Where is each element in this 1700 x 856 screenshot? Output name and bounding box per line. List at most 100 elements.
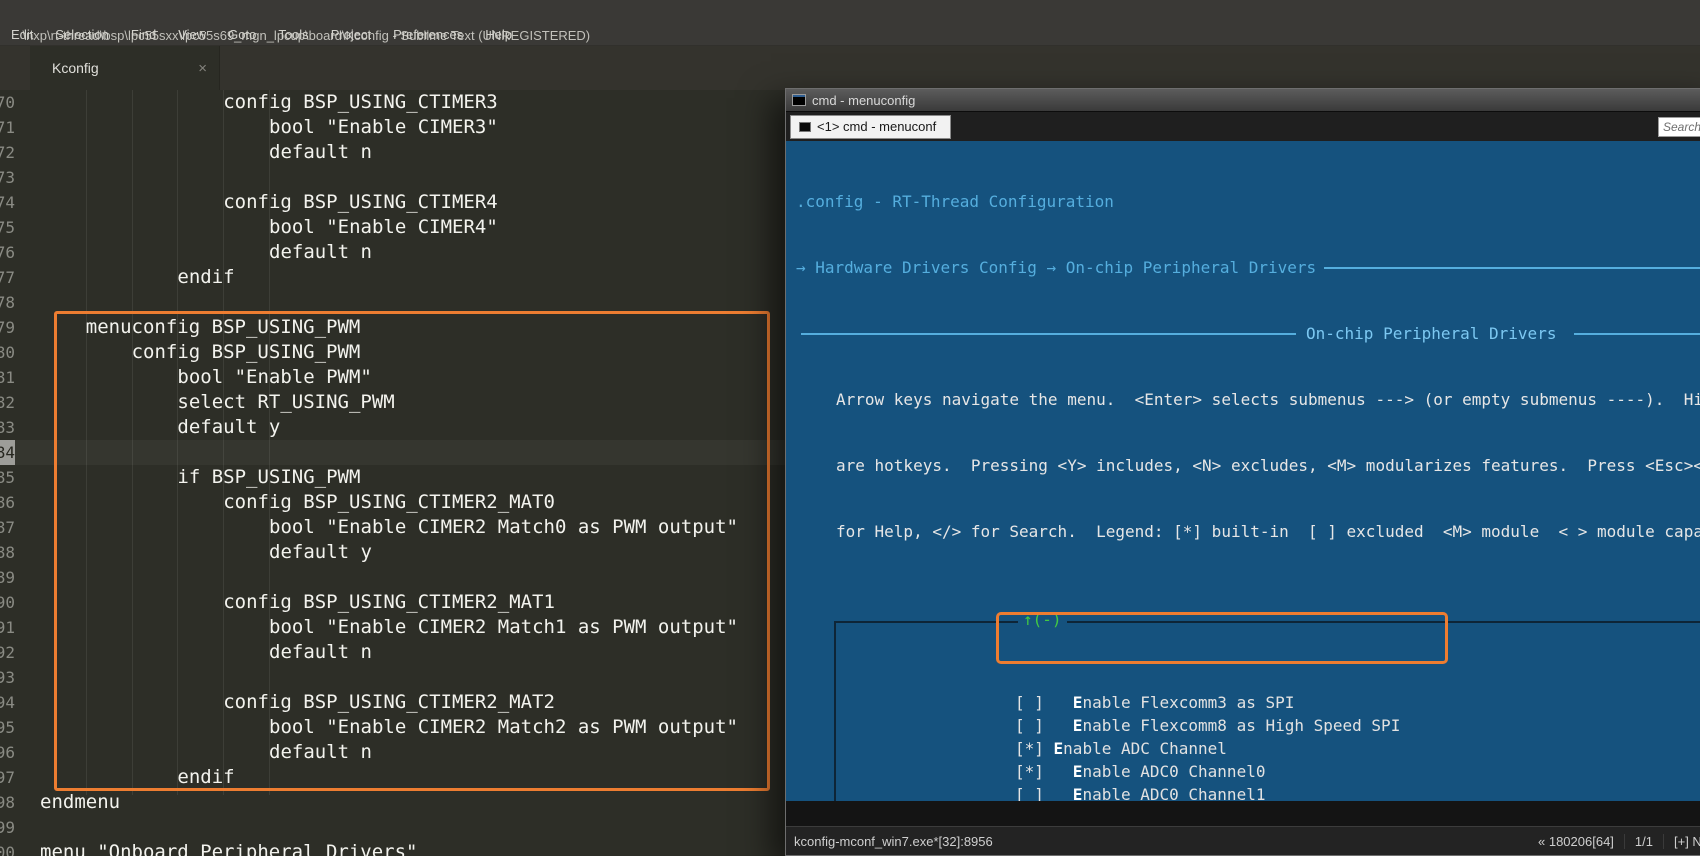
code-text (15, 815, 40, 840)
conemu-title-bar[interactable]: cmd - menuconfig (786, 89, 1700, 111)
code-text: menu "Onboard Peripheral Drivers" (15, 840, 418, 856)
line-number: 96 (0, 740, 15, 765)
separator-line (801, 333, 1296, 335)
line-number: 70 (0, 90, 15, 115)
tab-bar: Kconfig × (0, 46, 1700, 90)
breadcrumb: → Hardware Drivers Config → On-chip Peri… (796, 257, 1700, 279)
code-text (15, 165, 40, 190)
console-tab[interactable]: <1> cmd - menuconf (790, 115, 951, 139)
separator-line (1574, 333, 1700, 335)
status-segment: « 180206[64] (1528, 834, 1624, 849)
code-text: endmenu (15, 790, 120, 815)
line-number: 84 (0, 440, 15, 465)
menu-item-selection[interactable]: Selection (44, 24, 119, 45)
line-number: 93 (0, 665, 15, 690)
menu-item-find[interactable]: Find (120, 24, 167, 45)
checkbox-state: [ ] (1015, 716, 1073, 735)
console-tab-label: <1> cmd - menuconf (817, 119, 936, 134)
line-number: 91 (0, 615, 15, 640)
tab-label: Kconfig (52, 60, 198, 76)
menu-item-project[interactable]: Project (320, 24, 382, 45)
conemu-tab-bar: <1> cmd - menuconf (786, 111, 1700, 141)
menuconfig-item-label: Enable ADC0 Channel0 (1073, 762, 1266, 781)
code-text: default n (15, 240, 372, 265)
line-number: 94 (0, 690, 15, 715)
line-number: 92 (0, 640, 15, 665)
code-text: endif (15, 265, 235, 290)
config-title: .config - RT-Thread Configuration (796, 191, 1700, 213)
console-window-title: cmd - menuconfig (812, 93, 915, 108)
menuconfig-item[interactable]: [ ] Enable Flexcomm3 as SPI (836, 691, 1700, 714)
checkbox-state: [*] (1015, 762, 1073, 781)
code-text: default n (15, 140, 372, 165)
status-segment: [+] NUM (1663, 834, 1700, 849)
menu-item-tools[interactable]: Tools (267, 24, 319, 45)
help-text-1: Arrow keys navigate the menu. <Enter> se… (796, 389, 1700, 411)
menu-item-edit[interactable]: Edit (0, 24, 44, 45)
line-number: 71 (0, 115, 15, 140)
separator-line (1324, 267, 1700, 269)
pwm-menu-annotation (996, 612, 1448, 664)
dialog-title-row: On-chip Peripheral Drivers (796, 323, 1700, 345)
checkbox-state: [*] (1015, 739, 1054, 758)
menu-bar: EditSelectionFindViewGotoToolsProjectPre… (0, 24, 1700, 46)
help-text-2: are hotkeys. Pressing <Y> includes, <N> … (796, 455, 1700, 477)
search-input[interactable] (1658, 117, 1700, 137)
breadcrumb-text: → Hardware Drivers Config → On-chip Peri… (796, 257, 1316, 279)
line-number: 87 (0, 515, 15, 540)
tab-kconfig[interactable]: Kconfig × (30, 46, 220, 90)
menuconfig-item[interactable]: [ ] Enable ADC0 Channel1 (836, 783, 1700, 801)
line-number: 78 (0, 290, 15, 315)
line-number: 77 (0, 265, 15, 290)
code-text (15, 290, 40, 315)
console-screen[interactable]: .config - RT-Thread Configuration → Hard… (786, 141, 1700, 801)
line-number: 99 (0, 815, 15, 840)
menu-item-preferences[interactable]: Preferences (382, 24, 474, 45)
line-number: 80 (0, 340, 15, 365)
pwm-block-annotation (54, 311, 770, 791)
menuconfig-item-label: Enable Flexcomm8 as High Speed SPI (1073, 716, 1401, 735)
tab-close-icon[interactable]: × (198, 60, 207, 77)
process-info: kconfig-mconf_win7.exe*[32]:8956 (794, 834, 993, 849)
code-text (15, 565, 40, 590)
help-text-3: for Help, </> for Search. Legend: [*] bu… (796, 521, 1700, 543)
line-number: 72 (0, 140, 15, 165)
menuconfig-item-label: Enable Flexcomm3 as SPI (1073, 693, 1295, 712)
status-segments: « 180206[64]1/1[+] NUMPRI (1528, 834, 1700, 849)
checkbox-state: [ ] (1015, 785, 1073, 801)
line-number: 82 (0, 390, 15, 415)
console-bottom-gap (786, 801, 1700, 826)
console-icon (792, 94, 806, 106)
line-number: 97 (0, 765, 15, 790)
line-number: 79 (0, 315, 15, 340)
menuconfig-item[interactable]: [ ] Enable Flexcomm8 as High Speed SPI (836, 714, 1700, 737)
sublime-title-bar[interactable]: \nxp\rt-thread\bsp\lpc55sxx\lpc55s69_mgn… (0, 0, 1700, 24)
menuconfig-item-label: Enable ADC Channel (1054, 739, 1227, 758)
code-text (15, 665, 40, 690)
line-number: 95 (0, 715, 15, 740)
status-bar: kconfig-mconf_win7.exe*[32]:8956 « 18020… (786, 826, 1700, 855)
menu-item-help[interactable]: Help (474, 24, 523, 45)
conemu-window: cmd - menuconfig <1> cmd - menuconf .con… (785, 88, 1700, 856)
line-number: 74 (0, 190, 15, 215)
console-tab-icon (799, 122, 811, 132)
line-number: 73 (0, 165, 15, 190)
code-text: config BSP_USING_CTIMER4 (15, 190, 498, 215)
dialog-title: On-chip Peripheral Drivers (1306, 323, 1556, 345)
menuconfig-item[interactable]: [*] Enable ADC0 Channel0 (836, 760, 1700, 783)
menuconfig-item-label: Enable ADC0 Channel1 (1073, 785, 1266, 801)
code-text: config BSP_USING_CTIMER3 (15, 90, 498, 115)
menuconfig-item[interactable]: [*] Enable ADC Channel (836, 737, 1700, 760)
code-text (15, 440, 40, 465)
line-number: 89 (0, 565, 15, 590)
line-number: 98 (0, 790, 15, 815)
menu-item-view[interactable]: View (167, 24, 217, 45)
line-number: 100 (0, 840, 15, 856)
menu-item-goto[interactable]: Goto (217, 24, 267, 45)
checkbox-state: [ ] (1015, 693, 1073, 712)
line-number: 83 (0, 415, 15, 440)
line-number: 90 (0, 590, 15, 615)
line-number: 76 (0, 240, 15, 265)
code-text: bool "Enable CIMER4" (15, 215, 498, 240)
line-number: 86 (0, 490, 15, 515)
